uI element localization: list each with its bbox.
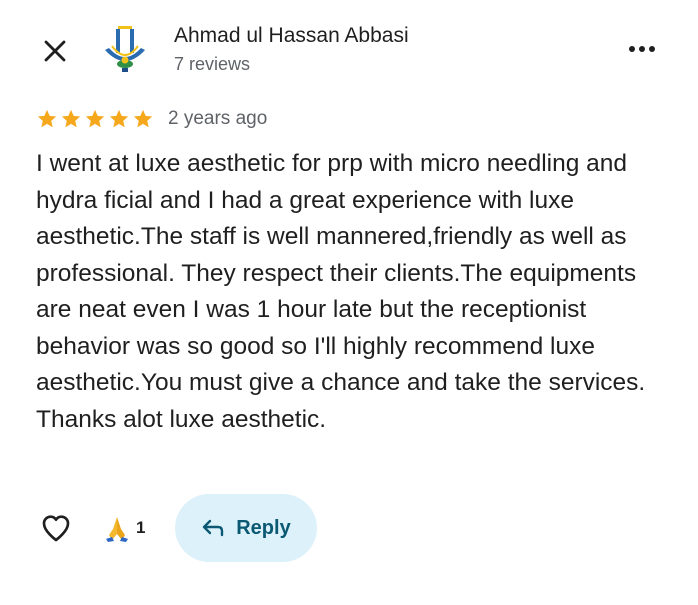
star-icon [37,109,57,128]
review-header: Ahmad ul Hassan Abbasi 7 reviews [0,0,698,100]
author-name[interactable]: Ahmad ul Hassan Abbasi [174,24,409,48]
review-count: 7 reviews [174,54,251,74]
reaction-button[interactable]: 1 [102,513,145,543]
praying-hands-icon [106,517,128,542]
star-icon [61,109,81,128]
reply-label: Reply [236,516,291,539]
more-options-button[interactable] [620,32,664,66]
star-icon [109,109,129,128]
reaction-count: 1 [136,518,146,537]
close-button[interactable] [38,34,72,68]
review-actions: 1 Reply [36,494,318,562]
like-button[interactable] [36,508,76,548]
close-icon [44,40,66,62]
monogram-logo-icon [105,26,145,72]
more-horizontal-icon-dot [649,46,655,52]
star-rating [36,108,154,130]
rating-row: 2 years ago [36,104,267,134]
heart-outline-icon [42,515,70,542]
reply-arrow-icon [203,519,224,537]
more-horizontal-icon [629,46,635,52]
review-date: 2 years ago [168,108,268,129]
reply-button[interactable]: Reply [175,494,318,562]
avatar[interactable] [96,22,154,80]
review-text: I went at luxe aesthetic for prp with mi… [36,150,646,433]
more-horizontal-icon-dot [639,46,645,52]
star-icon [133,109,153,128]
star-icon [85,109,105,128]
